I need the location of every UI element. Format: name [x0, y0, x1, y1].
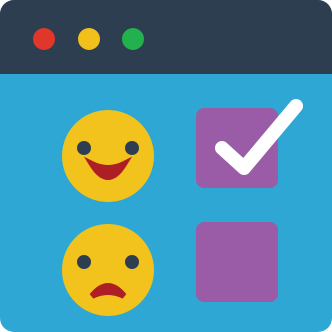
checkmark-stroke — [215, 99, 303, 175]
close-dot[interactable] — [33, 28, 55, 50]
app-window — [0, 0, 332, 332]
happy-face-left-eye — [77, 141, 91, 155]
sad-face-left-eye — [77, 255, 91, 269]
sad-face-right-eye — [125, 255, 139, 269]
checkbox-unchecked[interactable] — [196, 222, 278, 302]
sad-face-icon — [62, 224, 154, 316]
sad-face-circle — [62, 224, 154, 316]
happy-face-icon — [62, 110, 154, 202]
maximize-dot[interactable] — [122, 28, 144, 50]
sad-face-mouth — [89, 283, 127, 299]
window-titlebar — [0, 0, 332, 74]
minimize-dot[interactable] — [78, 28, 100, 50]
check-icon — [215, 99, 303, 175]
happy-face-right-eye — [125, 141, 139, 155]
checklist — [0, 74, 332, 332]
happy-face-circle — [62, 110, 154, 202]
